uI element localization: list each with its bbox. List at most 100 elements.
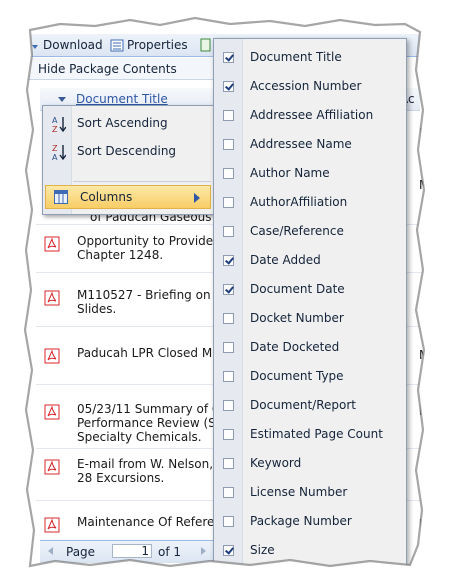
- unchecked-checkbox[interactable]: [223, 226, 234, 237]
- download-icon: [32, 45, 38, 49]
- column-option-label: Size: [250, 543, 275, 557]
- checked-checkbox[interactable]: [223, 545, 234, 556]
- column-option[interactable]: Addressee Affiliation: [214, 101, 406, 130]
- download-button[interactable]: Download: [30, 37, 103, 53]
- pdf-icon: [44, 290, 60, 306]
- submenu-arrow-icon: [194, 193, 200, 203]
- column-option-label: Document/Report: [250, 398, 356, 412]
- column-option[interactable]: Date Docketed: [214, 333, 406, 362]
- next-page-icon[interactable]: [200, 546, 208, 556]
- column-option[interactable]: License Number: [214, 478, 406, 507]
- column-option[interactable]: Document Type: [214, 362, 406, 391]
- column-option-label: Document Type: [250, 369, 344, 383]
- document-icon: [200, 38, 211, 52]
- unchecked-checkbox[interactable]: [223, 313, 234, 324]
- columns-label: Columns: [80, 190, 133, 204]
- first-page-icon[interactable]: [46, 546, 54, 556]
- column-option[interactable]: Case/Reference: [214, 217, 406, 246]
- column-option[interactable]: Keyword: [214, 449, 406, 478]
- unchecked-checkbox[interactable]: [223, 197, 234, 208]
- column-option-label: Case/Reference: [250, 224, 344, 238]
- column-option-label: AuthorAffiliation: [250, 195, 348, 209]
- page-number-input[interactable]: 1: [112, 544, 152, 558]
- checked-checkbox[interactable]: [223, 81, 234, 92]
- column-option[interactable]: AuthorAffiliation: [214, 188, 406, 217]
- properties-label: Properties: [127, 38, 188, 52]
- column-option-label: Addressee Name: [250, 137, 352, 151]
- unchecked-checkbox[interactable]: [223, 400, 234, 411]
- column-option-label: Author Name: [250, 166, 330, 180]
- column-option[interactable]: Document/Report: [214, 391, 406, 420]
- unchecked-checkbox[interactable]: [223, 342, 234, 353]
- accession-cell: ML111: [419, 236, 451, 250]
- pdf-icon: [44, 459, 60, 475]
- screenshot: Download Properties Hide Package Content…: [0, 0, 451, 571]
- columns-submenu: Document Title Accession Number Addressee …: [213, 38, 407, 571]
- accession-cell: ML1: [419, 178, 444, 192]
- column-header-document-title[interactable]: Document Title: [76, 92, 168, 106]
- sort-descending-item[interactable]: Z A Sort Descending: [43, 138, 215, 164]
- accession-cell: ML: [419, 290, 437, 304]
- column-option[interactable]: Document Date: [214, 275, 406, 304]
- properties-button[interactable]: Properties: [110, 37, 188, 53]
- unchecked-checkbox[interactable]: [223, 110, 234, 121]
- column-context-menu: A Z Sort Ascending Z A Sort Descending C…: [42, 105, 216, 215]
- pdf-icon: [44, 348, 60, 364]
- pdf-icon: [44, 236, 60, 252]
- column-option[interactable]: Package Number: [214, 507, 406, 536]
- column-option-label: Keyword: [250, 456, 302, 470]
- checked-checkbox[interactable]: [223, 284, 234, 295]
- column-option-label: Date Added: [250, 253, 321, 267]
- unchecked-checkbox[interactable]: [223, 516, 234, 527]
- sort-ascending-icon: A Z: [52, 116, 66, 133]
- checked-checkbox[interactable]: [223, 52, 234, 63]
- hide-package-contents[interactable]: Hide Package Contents: [26, 58, 226, 80]
- checked-checkbox[interactable]: [223, 255, 234, 266]
- accession-cell: ML11: [419, 517, 451, 531]
- download-label: Download: [43, 38, 103, 52]
- unchecked-checkbox[interactable]: [223, 371, 234, 382]
- unchecked-checkbox[interactable]: [223, 168, 234, 179]
- svg-text:A: A: [52, 153, 58, 161]
- column-option[interactable]: Size: [214, 536, 406, 565]
- accession-cell: ML1: [419, 404, 444, 418]
- sort-descending-icon: Z A: [52, 144, 66, 161]
- column-option-label: License Number: [250, 485, 348, 499]
- properties-icon: [110, 39, 124, 51]
- unchecked-checkbox[interactable]: [223, 139, 234, 150]
- svg-text:Z: Z: [52, 125, 58, 133]
- columns-item[interactable]: Columns: [45, 185, 211, 209]
- column-option-label: Package Number: [250, 514, 352, 528]
- unchecked-checkbox[interactable]: [223, 458, 234, 469]
- column-option[interactable]: Date Added: [214, 246, 406, 275]
- menu-separator: [73, 181, 211, 182]
- sort-arrow-icon[interactable]: [58, 97, 66, 102]
- accession-cell: ML1: [419, 459, 444, 473]
- sort-ascending-label: Sort Ascending: [77, 116, 168, 130]
- column-option[interactable]: Docket Number: [214, 304, 406, 333]
- column-option[interactable]: Addressee Name: [214, 130, 406, 159]
- column-option-label: Addressee Affiliation: [250, 108, 374, 122]
- column-option-label: Estimated Page Count: [250, 427, 383, 441]
- unchecked-checkbox[interactable]: [223, 487, 234, 498]
- accession-cell: ML11: [419, 348, 451, 362]
- pdf-icon: [44, 517, 60, 533]
- pager: Page 1 of 1: [40, 540, 220, 563]
- pdf-icon: [44, 404, 60, 420]
- column-option-label: Accession Number: [250, 79, 362, 93]
- columns-icon: [54, 190, 68, 204]
- sort-descending-label: Sort Descending: [77, 144, 177, 158]
- page-of-label: of 1: [158, 545, 182, 559]
- column-option[interactable]: Accession Number: [214, 72, 406, 101]
- column-option-label: Document Title: [250, 50, 342, 64]
- accession-cell: ML11: [419, 126, 451, 140]
- hide-package-label: Hide Package Contents: [38, 62, 177, 76]
- page-label: Page: [66, 545, 96, 559]
- unchecked-checkbox[interactable]: [223, 429, 234, 440]
- column-option-label: Document Date: [250, 282, 345, 296]
- sort-ascending-item[interactable]: A Z Sort Ascending: [43, 110, 215, 136]
- column-option[interactable]: Author Name: [214, 159, 406, 188]
- column-option[interactable]: Estimated Page Count: [214, 420, 406, 449]
- column-option-label: Docket Number: [250, 311, 344, 325]
- column-option[interactable]: Document Title: [214, 43, 406, 72]
